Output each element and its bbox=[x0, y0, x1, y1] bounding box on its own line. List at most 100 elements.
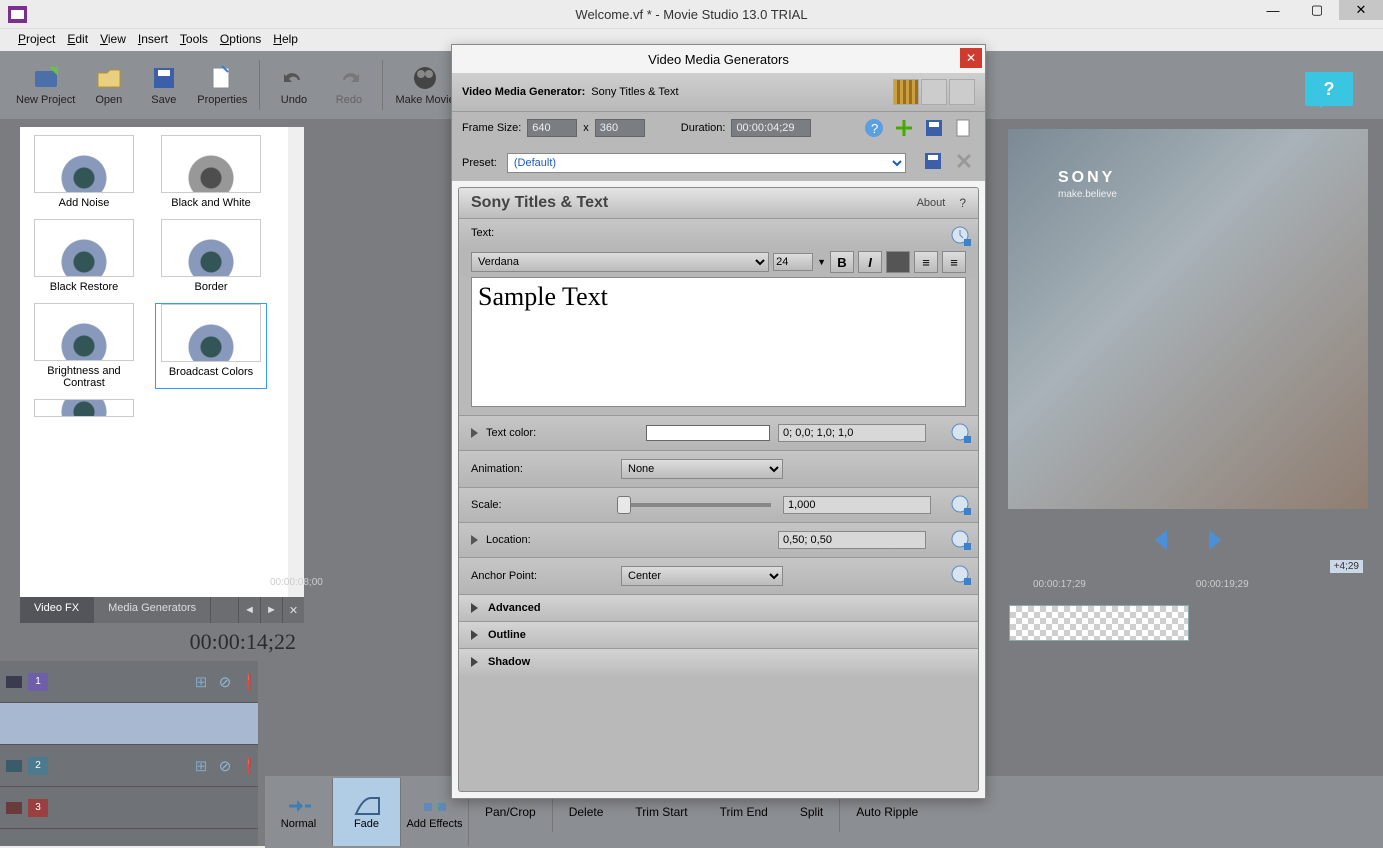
timeline-clip[interactable] bbox=[1009, 605, 1189, 641]
minimize-button[interactable]: — bbox=[1251, 0, 1295, 20]
advanced-section[interactable]: Advanced bbox=[459, 594, 978, 621]
anchor-label: Anchor Point: bbox=[471, 570, 585, 582]
frame-height-input[interactable] bbox=[595, 119, 645, 137]
bold-button[interactable]: B bbox=[830, 251, 854, 273]
timeline-marker: +4;29 bbox=[1330, 560, 1363, 573]
fade-button[interactable]: Fade bbox=[333, 778, 401, 846]
track-1-header[interactable]: 1⊞⊘❗ bbox=[0, 661, 258, 703]
duration-input[interactable] bbox=[731, 119, 811, 137]
tab-media-generators[interactable]: Media Generators bbox=[94, 597, 211, 623]
align-right-button[interactable]: ≡ bbox=[942, 251, 966, 273]
italic-button[interactable]: I bbox=[858, 251, 882, 273]
keyframe-icon[interactable] bbox=[950, 494, 972, 519]
fx-brightness-contrast[interactable]: Brightness and Contrast bbox=[28, 303, 140, 389]
textcolor-swatch[interactable] bbox=[646, 425, 770, 441]
autoripple-button[interactable]: Auto Ripple bbox=[840, 805, 934, 819]
track-fx-icon[interactable]: ⊞ bbox=[192, 673, 210, 691]
track-3-header[interactable]: 3 bbox=[0, 787, 258, 829]
makemovie-icon bbox=[411, 64, 439, 92]
shadow-section[interactable]: Shadow bbox=[459, 648, 978, 675]
track-solo-icon[interactable]: ❗ bbox=[240, 673, 258, 691]
keyframe-icon[interactable] bbox=[950, 564, 972, 589]
frame-width-input[interactable] bbox=[527, 119, 577, 137]
head-icon-2[interactable] bbox=[921, 79, 947, 105]
maximize-button[interactable]: ▢ bbox=[1295, 0, 1339, 20]
menu-edit[interactable]: Edit bbox=[61, 29, 94, 51]
text-input[interactable]: Sample Text bbox=[471, 277, 966, 407]
dialog-title: Video Media Generators bbox=[648, 52, 789, 67]
fx-broadcast-colors[interactable]: Broadcast Colors bbox=[155, 303, 267, 389]
animation-select[interactable]: None bbox=[621, 459, 783, 479]
align-left-button[interactable] bbox=[886, 251, 910, 273]
normal-button[interactable]: Normal bbox=[265, 778, 333, 846]
fontsize-input[interactable] bbox=[773, 253, 813, 271]
dialog-props-icon[interactable] bbox=[953, 117, 975, 139]
panel-help[interactable]: ? bbox=[959, 196, 966, 210]
trimstart-button[interactable]: Trim Start bbox=[619, 805, 703, 819]
preset-save-icon[interactable] bbox=[922, 150, 944, 172]
dialog-save-icon[interactable] bbox=[923, 117, 945, 139]
tab-video-fx[interactable]: Video FX bbox=[20, 597, 94, 623]
dialog-help-icon[interactable]: ? bbox=[863, 117, 885, 139]
keyframe-icon[interactable] bbox=[950, 529, 972, 554]
redo-button[interactable]: Redo bbox=[321, 55, 376, 115]
location-value[interactable] bbox=[778, 531, 926, 549]
menu-project[interactable]: Project bbox=[12, 29, 61, 51]
pancrop-button[interactable]: Pan/Crop bbox=[469, 805, 552, 819]
open-icon bbox=[95, 64, 123, 92]
tab-next[interactable]: ► bbox=[260, 597, 282, 623]
fx-black-white[interactable]: Black and White bbox=[155, 135, 267, 209]
menu-tools[interactable]: Tools bbox=[174, 29, 214, 51]
dialog-titlebar[interactable]: Video Media Generators ✕ bbox=[452, 45, 985, 73]
align-center-button[interactable]: ≡ bbox=[914, 251, 938, 273]
menu-insert[interactable]: Insert bbox=[132, 29, 174, 51]
undo-button[interactable]: Undo bbox=[266, 55, 321, 115]
dialog-add-icon[interactable] bbox=[893, 117, 915, 139]
scale-slider[interactable] bbox=[621, 503, 771, 507]
dialog-close-button[interactable]: ✕ bbox=[960, 48, 982, 68]
fx-black-restore[interactable]: Black Restore bbox=[28, 219, 140, 293]
menu-view[interactable]: View bbox=[94, 29, 132, 51]
menu-options[interactable]: Options bbox=[214, 29, 267, 51]
trimend-button[interactable]: Trim End bbox=[704, 805, 784, 819]
open-button[interactable]: Open bbox=[81, 55, 136, 115]
preset-delete-icon[interactable] bbox=[953, 150, 975, 172]
keyframe-icon[interactable] bbox=[950, 225, 972, 247]
keyframe-icon[interactable] bbox=[950, 422, 972, 447]
titlebar: Welcome.vf * - Movie Studio 13.0 TRIAL —… bbox=[0, 0, 1383, 29]
anchor-select[interactable]: Center bbox=[621, 566, 783, 586]
fx-scrollbar[interactable] bbox=[288, 127, 304, 597]
new-project-button[interactable]: New Project bbox=[10, 55, 81, 115]
track-1-level[interactable] bbox=[0, 703, 258, 745]
generator-label: Video Media Generator: bbox=[462, 86, 585, 98]
track-mute-icon[interactable]: ⊘ bbox=[216, 673, 234, 691]
delete-button[interactable]: Delete bbox=[553, 805, 620, 819]
font-select[interactable]: Verdana bbox=[471, 252, 769, 272]
head-icon-3[interactable] bbox=[949, 79, 975, 105]
track-headers: 1⊞⊘❗ 2⊞⊘❗ 3 bbox=[0, 661, 258, 846]
split-button[interactable]: Split bbox=[784, 805, 839, 819]
fx-grid: Add Noise Black and White Black Restore … bbox=[20, 127, 304, 597]
close-button[interactable]: ✕ bbox=[1339, 0, 1383, 20]
preview-prev-button[interactable] bbox=[1145, 527, 1179, 553]
normal-icon bbox=[285, 794, 313, 818]
scale-label: Scale: bbox=[471, 499, 585, 511]
track-2-header[interactable]: 2⊞⊘❗ bbox=[0, 745, 258, 787]
preview-tagline: make.believe bbox=[1058, 189, 1117, 200]
preview-next-button[interactable] bbox=[1197, 527, 1231, 553]
head-icon-1[interactable] bbox=[893, 79, 919, 105]
properties-button[interactable]: Properties bbox=[191, 55, 253, 115]
outline-section[interactable]: Outline bbox=[459, 621, 978, 648]
fx-partial[interactable] bbox=[28, 399, 140, 421]
scale-value[interactable] bbox=[783, 496, 931, 514]
menu-help[interactable]: Help bbox=[267, 29, 304, 51]
about-link[interactable]: About bbox=[917, 197, 946, 209]
tab-prev[interactable]: ◄ bbox=[238, 597, 260, 623]
save-button[interactable]: Save bbox=[136, 55, 191, 115]
preset-select[interactable]: (Default) bbox=[507, 153, 906, 173]
help-bubble[interactable]: ? bbox=[1305, 72, 1353, 106]
tab-close[interactable]: ✕ bbox=[282, 597, 304, 623]
textcolor-value[interactable] bbox=[778, 424, 926, 442]
fx-border[interactable]: Border bbox=[155, 219, 267, 293]
fx-add-noise[interactable]: Add Noise bbox=[28, 135, 140, 209]
